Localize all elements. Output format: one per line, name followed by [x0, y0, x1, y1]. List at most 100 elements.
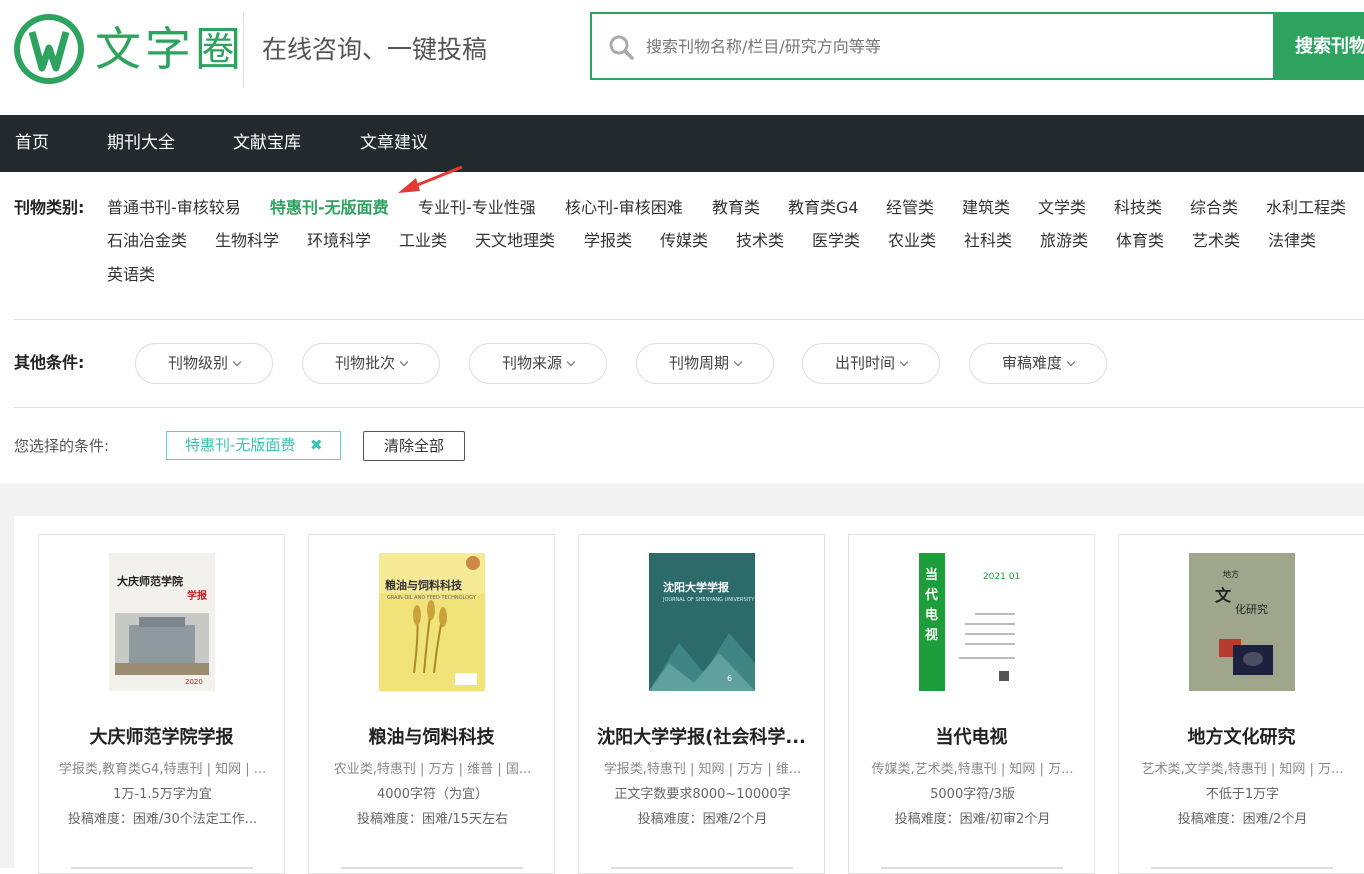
category-item[interactable]: 医学类	[812, 230, 860, 252]
svg-text:2020: 2020	[185, 678, 203, 686]
main-nav: 首页 期刊大全 文献宝库 文章建议	[0, 115, 1364, 172]
journal-word-count: 正文字数要求8000~10000字	[614, 787, 791, 802]
svg-text:代: 代	[924, 587, 938, 603]
svg-text:GRAIN OIL AND FEED TECHNOLOGY: GRAIN OIL AND FEED TECHNOLOGY	[387, 595, 477, 601]
journal-title[interactable]: 沈阳大学学报(社会科学...	[589, 725, 814, 751]
filter-label: 出刊时间	[834, 354, 895, 372]
logo-icon[interactable]	[14, 14, 84, 84]
card-action-bar	[341, 867, 523, 869]
chevron-down-icon	[1066, 357, 1076, 367]
brand-slogan: 在线咨询、一键投稿	[262, 35, 488, 64]
category-item[interactable]: 传媒类	[660, 230, 708, 252]
category-item[interactable]: 英语类	[107, 264, 155, 286]
category-item[interactable]: 社科类	[964, 230, 1012, 252]
nav-journals[interactable]: 期刊大全	[107, 115, 175, 172]
filter-publish-time-dropdown[interactable]: 出刊时间	[802, 343, 940, 384]
category-item[interactable]: 体育类	[1116, 230, 1164, 252]
svg-text:当: 当	[925, 567, 938, 583]
brand-name[interactable]: 文字圈	[95, 20, 245, 78]
journal-cover-image: 粮油与饲料科技 GRAIN OIL AND FEED TECHNOLOGY	[379, 553, 485, 691]
journal-word-count: 1万-1.5万字为宜	[113, 787, 212, 802]
journal-tags: 学报类,教育类G4,特惠刊 | 知网 | ...	[58, 762, 267, 777]
chevron-down-icon	[899, 357, 909, 367]
category-item[interactable]: 环境科学	[307, 230, 371, 252]
journal-tags: 艺术类,文学类,特惠刊 | 知网 | 万...	[1141, 762, 1344, 777]
category-item-active[interactable]: 特惠刊-无版面费	[270, 197, 389, 219]
category-item[interactable]: 经管类	[886, 197, 934, 219]
chevron-down-icon	[733, 357, 743, 367]
category-item[interactable]: 学报类	[584, 230, 632, 252]
filter-batch-dropdown[interactable]: 刊物批次	[302, 343, 440, 384]
header: 文字圈 在线咨询、一键投稿 搜索刊物	[0, 0, 1364, 115]
journal-word-count: 不低于1万字	[1205, 787, 1280, 802]
nav-library[interactable]: 文献宝库	[233, 115, 301, 172]
journal-title[interactable]: 地方文化研究	[1129, 725, 1354, 751]
svg-text:大庆师范学院: 大庆师范学院	[117, 574, 183, 588]
svg-text:粮油与饲料科技: 粮油与饲料科技	[385, 578, 463, 592]
category-item[interactable]: 核心刊-审核困难	[565, 197, 683, 219]
filter-label: 刊物级别	[167, 354, 228, 372]
search-box: 搜索刊物	[590, 12, 1364, 80]
journal-title[interactable]: 当代电视	[859, 725, 1084, 751]
chevron-down-icon	[399, 357, 409, 367]
divider	[14, 407, 1364, 408]
pointer-arrow-icon	[398, 165, 463, 193]
category-item[interactable]: 天文地理类	[475, 230, 555, 252]
nav-home[interactable]: 首页	[15, 115, 49, 172]
filter-level-dropdown[interactable]: 刊物级别	[135, 343, 273, 384]
search-button[interactable]: 搜索刊物	[1273, 14, 1364, 78]
svg-text:电: 电	[925, 607, 938, 623]
category-item[interactable]: 文学类	[1038, 197, 1086, 219]
filter-review-difficulty-dropdown[interactable]: 审稿难度	[969, 343, 1107, 384]
remove-icon[interactable]: ✖	[310, 432, 323, 459]
category-item[interactable]: 石油冶金类	[107, 230, 187, 252]
card-action-bar	[881, 867, 1063, 869]
filter-label: 刊物批次	[334, 354, 395, 372]
category-item[interactable]: 生物科学	[215, 230, 279, 252]
category-item[interactable]: 普通书刊-审核较易	[107, 197, 241, 219]
journal-title[interactable]: 大庆师范学院学报	[49, 725, 274, 751]
selected-tag[interactable]: 特惠刊-无版面费 ✖	[166, 431, 341, 460]
filter-period-dropdown[interactable]: 刊物周期	[636, 343, 774, 384]
card-action-bar	[71, 867, 253, 869]
journal-tags: 学报类,特惠刊 | 知网 | 万方 | 维...	[603, 762, 802, 777]
category-item[interactable]: 建筑类	[962, 197, 1010, 219]
svg-text:6: 6	[727, 674, 732, 683]
category-item[interactable]: 法律类	[1268, 230, 1316, 252]
journal-card[interactable]: 当 代 电 视 2021 01 当代电视 传媒类,艺术类,特惠刊 | 知网 | …	[848, 534, 1095, 874]
journal-cover-image: 地方 文 化研究	[1189, 553, 1295, 691]
category-item[interactable]: 教育类G4	[788, 197, 859, 219]
svg-text:沈阳大学学报: 沈阳大学学报	[663, 580, 730, 594]
journal-tags: 农业类,特惠刊 | 万方 | 维普 | 国...	[333, 762, 532, 777]
journal-difficulty: 投稿难度：困难/30个法定工作...	[67, 812, 258, 827]
svg-text:视: 视	[925, 627, 938, 643]
journal-card[interactable]: 大庆师范学院 学报 2020 大庆师范学院学报 学报类,教育类G4,特惠刊 | …	[38, 534, 285, 874]
svg-text:2021 01: 2021 01	[983, 572, 1020, 582]
search-input[interactable]	[646, 28, 1246, 64]
card-action-bar	[611, 867, 793, 869]
category-item[interactable]: 水利工程类	[1266, 197, 1346, 219]
journal-card[interactable]: 地方 文 化研究 地方文化研究 艺术类,文学类,特惠刊 | 知网 | 万... …	[1118, 534, 1364, 874]
journal-card[interactable]: 粮油与饲料科技 GRAIN OIL AND FEED TECHNOLOGY 粮油…	[308, 534, 555, 874]
category-item[interactable]: 综合类	[1190, 197, 1238, 219]
journal-cover-image: 沈阳大学学报 JOURNAL OF SHENYANG UNIVERSITY 6	[649, 553, 755, 691]
category-item[interactable]: 农业类	[888, 230, 936, 252]
category-item[interactable]: 艺术类	[1192, 230, 1240, 252]
clear-all-button[interactable]: 清除全部	[363, 431, 465, 461]
selected-conditions-label: 您选择的条件:	[14, 437, 110, 455]
category-item[interactable]: 科技类	[1114, 197, 1162, 219]
journal-card[interactable]: 沈阳大学学报 JOURNAL OF SHENYANG UNIVERSITY 6 …	[578, 534, 825, 874]
category-item[interactable]: 工业类	[399, 230, 447, 252]
filter-source-dropdown[interactable]: 刊物来源	[469, 343, 607, 384]
category-item[interactable]: 技术类	[736, 230, 784, 252]
category-label: 刊物类别:	[14, 198, 85, 217]
journal-cover-image: 大庆师范学院 学报 2020	[109, 553, 215, 691]
svg-text:地方: 地方	[1223, 569, 1239, 579]
selected-tag-label: 特惠刊-无版面费	[185, 436, 296, 454]
svg-text:JOURNAL OF SHENYANG UNIVERSITY: JOURNAL OF SHENYANG UNIVERSITY	[662, 597, 755, 603]
journal-title[interactable]: 粮油与饲料科技	[319, 725, 544, 751]
category-item[interactable]: 专业刊-专业性强	[418, 197, 536, 219]
conditions-label: 其他条件:	[14, 353, 85, 372]
category-item[interactable]: 教育类	[712, 197, 760, 219]
category-item[interactable]: 旅游类	[1040, 230, 1088, 252]
